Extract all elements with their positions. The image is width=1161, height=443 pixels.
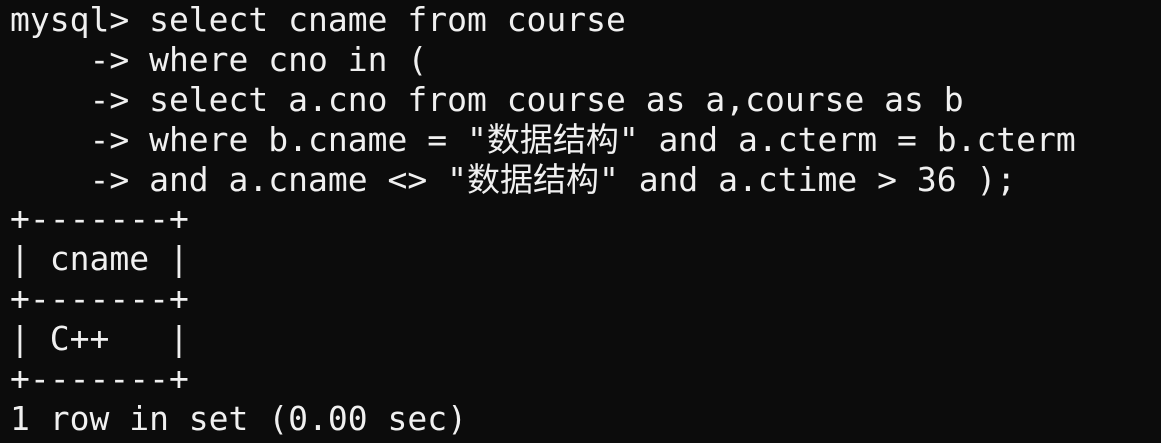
result-table-border: +-------+ xyxy=(10,279,189,318)
result-table-header: | cname | xyxy=(10,239,189,278)
result-table-border: +-------+ xyxy=(10,359,189,398)
result-table-row: | C++ | xyxy=(10,319,189,358)
sql-prompt-line: mysql> select cname from course xyxy=(10,0,626,39)
result-summary: 1 row in set (0.00 sec) xyxy=(10,399,467,438)
sql-continuation-line: -> where cno in ( xyxy=(10,40,428,79)
result-table-border: +-------+ xyxy=(10,199,189,238)
terminal-window[interactable]: mysql> select cname from course -> where… xyxy=(0,0,1161,443)
sql-continuation-line: -> where b.cname = "数据结构" and a.cterm = … xyxy=(10,120,1076,159)
sql-continuation-line: -> and a.cname <> "数据结构" and a.ctime > 3… xyxy=(10,160,1017,199)
sql-continuation-line: -> select a.cno from course as a,course … xyxy=(10,80,964,119)
